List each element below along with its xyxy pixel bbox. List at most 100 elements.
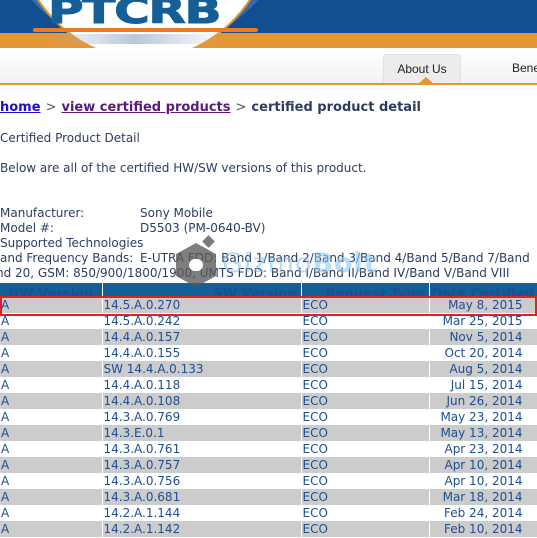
request-type-cell: ECO [301, 297, 430, 313]
breadcrumb-separator: > [235, 100, 247, 115]
date-certified-cell: Apr 10, 2014 [429, 457, 537, 473]
ptcrb-logo[interactable]: PTCRB [47, 0, 222, 32]
date-certified-cell: Aug 5, 2014 [429, 361, 537, 377]
sw-version-cell: SW 14.4.A.0.133 [102, 361, 302, 377]
sw-version-cell: 14.4.A.0.108 [102, 393, 302, 409]
hw-version-cell: A [0, 505, 103, 521]
request-type-cell: ECO [301, 457, 430, 473]
date-certified-cell: May 13, 2014 [429, 425, 537, 441]
request-type-cell: ECO [301, 313, 430, 329]
hw-version-cell: A [0, 521, 103, 537]
date-certified-cell: May 8, 2015 [429, 297, 537, 313]
technologies-label: Supported Technologies [0, 236, 144, 250]
bands-value-line1: E-UTRA FDD: Band 1/Band 2/Band 3/Band 4/… [140, 251, 530, 265]
sw-version-cell: 14.2.A.1.142 [102, 521, 302, 537]
table-row[interactable]: A 14.5.A.0.270 ECO May 8, 2015 [0, 297, 537, 313]
sw-version-cell: 14.5.A.0.270 [102, 297, 302, 313]
bands-value-line2: nd 20, GSM: 850/900/1800/1900, UMTS FDD:… [0, 266, 510, 280]
breadcrumb-home-link[interactable]: home [0, 100, 41, 115]
request-type-cell: ECO [301, 377, 430, 393]
request-type-cell: ECO [301, 329, 430, 345]
hw-version-cell: A [0, 473, 103, 489]
date-certified-cell: Oct 20, 2014 [429, 345, 537, 361]
main-nav: About Us Bene [0, 48, 537, 85]
request-type-cell: ECO [301, 473, 430, 489]
column-header-hw-version[interactable]: HW Version [0, 283, 103, 297]
intro-text: Below are all of the certified HW/SW ver… [0, 161, 367, 175]
table-header-row: HW Version SW Version Request Type Date … [0, 283, 537, 297]
technologies-label-row: Supported Technologies [0, 236, 530, 251]
hw-version-cell: A [0, 329, 103, 345]
model-value: D5503 (PM-0640-BV) [140, 221, 266, 235]
hw-version-cell: A [0, 489, 103, 505]
table-row[interactable]: A 14.4.A.0.108 ECO Jun 26, 2014 [0, 393, 537, 409]
sw-version-cell: 14.3.A.0.761 [102, 441, 302, 457]
request-type-cell: ECO [301, 505, 430, 521]
table-row[interactable]: A 14.3.A.0.761 ECO Apr 23, 2014 [0, 441, 537, 457]
column-header-request-type[interactable]: Request Type [301, 283, 430, 297]
table-row[interactable]: A 14.2.A.1.144 ECO Feb 24, 2014 [0, 505, 537, 521]
table-row[interactable]: A 14.2.A.1.142 ECO Feb 10, 2014 [0, 521, 537, 537]
table-row[interactable]: A 14.4.A.0.155 ECO Oct 20, 2014 [0, 345, 537, 361]
hw-version-cell: A [0, 409, 103, 425]
date-certified-cell: Mar 25, 2015 [429, 313, 537, 329]
nav-tab-benefits[interactable]: Bene [498, 54, 537, 83]
table-row[interactable]: A 14.3.A.0.756 ECO Apr 10, 2014 [0, 473, 537, 489]
hw-version-cell: A [0, 457, 103, 473]
sw-version-cell: 14.4.A.0.157 [102, 329, 302, 345]
table-row[interactable]: A 14.3.A.0.757 ECO Apr 10, 2014 [0, 457, 537, 473]
sw-version-cell: 14.3.A.0.681 [102, 489, 302, 505]
request-type-cell: ECO [301, 409, 430, 425]
hw-version-cell: A [0, 313, 103, 329]
sw-version-cell: 14.3.E.0.1 [102, 425, 302, 441]
manufacturer-label: Manufacturer: [0, 206, 85, 220]
sw-version-cell: 14.3.A.0.769 [102, 409, 302, 425]
model-label: Model #: [0, 221, 54, 235]
hw-version-cell: A [0, 297, 103, 313]
logo-tagline-blur [45, 34, 225, 44]
table-row[interactable]: A 14.3.A.0.769 ECO May 23, 2014 [0, 409, 537, 425]
hw-version-cell: A [0, 425, 103, 441]
date-certified-cell: Apr 23, 2014 [429, 441, 537, 457]
breadcrumb-current: certified product detail [251, 100, 421, 115]
sw-version-cell: 14.5.A.0.242 [102, 313, 302, 329]
table-row[interactable]: A 14.3.A.0.681 ECO Mar 18, 2014 [0, 489, 537, 505]
sw-version-cell: 14.4.A.0.155 [102, 345, 302, 361]
column-header-sw-version[interactable]: SW Version [102, 283, 302, 297]
table-row[interactable]: A 14.4.A.0.118 ECO Jul 15, 2014 [0, 377, 537, 393]
hw-version-cell: A [0, 377, 103, 393]
date-certified-cell: Nov 5, 2014 [429, 329, 537, 345]
site-banner: PTCRB [0, 0, 537, 48]
table-row[interactable]: A 14.3.E.0.1 ECO May 13, 2014 [0, 425, 537, 441]
manufacturer-value: Sony Mobile [140, 206, 213, 220]
certified-versions-table: HW Version SW Version Request Type Date … [0, 283, 537, 537]
model-row: Model #: D5503 (PM-0640-BV) [0, 221, 530, 236]
date-certified-cell: Feb 24, 2014 [429, 505, 537, 521]
certified-versions-table-wrap: HW Version SW Version Request Type Date … [0, 283, 537, 537]
request-type-cell: ECO [301, 521, 430, 537]
bands-row-continued: nd 20, GSM: 850/900/1800/1900, UMTS FDD:… [0, 266, 530, 281]
nav-tab-about-us[interactable]: About Us [383, 54, 461, 84]
table-row[interactable]: A SW 14.4.A.0.133 ECO Aug 5, 2014 [0, 361, 537, 377]
breadcrumb-products-link[interactable]: view certified products [61, 100, 230, 115]
sw-version-cell: 14.4.A.0.118 [102, 377, 302, 393]
page-title: Certified Product Detail [0, 131, 140, 145]
date-certified-cell: Jun 26, 2014 [429, 393, 537, 409]
product-details: Manufacturer: Sony Mobile Model #: D5503… [0, 206, 530, 281]
sw-version-cell: 14.3.A.0.756 [102, 473, 302, 489]
hw-version-cell: A [0, 393, 103, 409]
bands-label: and Frequency Bands: [0, 251, 134, 265]
date-certified-cell: Feb 10, 2014 [429, 521, 537, 537]
breadcrumb-separator: > [45, 100, 57, 115]
request-type-cell: ECO [301, 425, 430, 441]
date-certified-cell: Jul 15, 2014 [429, 377, 537, 393]
sw-version-cell: 14.3.A.0.757 [102, 457, 302, 473]
request-type-cell: ECO [301, 345, 430, 361]
table-row[interactable]: A 14.4.A.0.157 ECO Nov 5, 2014 [0, 329, 537, 345]
column-header-date-certified[interactable]: Date Certified [429, 283, 537, 297]
hw-version-cell: A [0, 441, 103, 457]
hw-version-cell: A [0, 345, 103, 361]
request-type-cell: ECO [301, 361, 430, 377]
table-row[interactable]: A 14.5.A.0.242 ECO Mar 25, 2015 [0, 313, 537, 329]
sw-version-cell: 14.2.A.1.144 [102, 505, 302, 521]
